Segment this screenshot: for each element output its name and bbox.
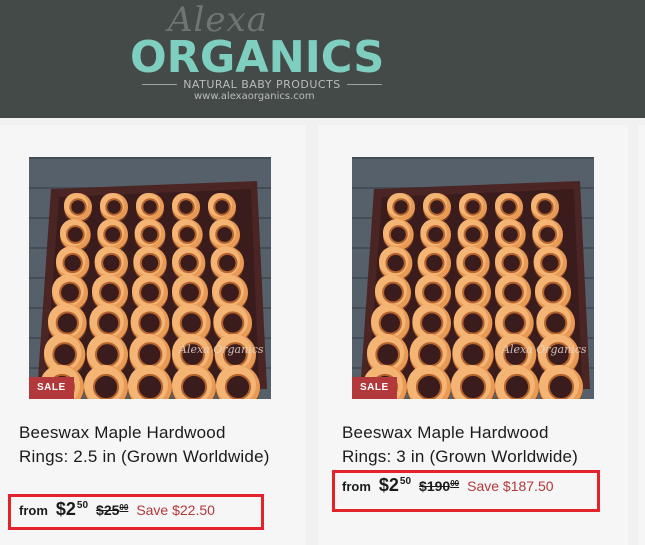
maple-rings-photo: Alexa Organics — [352, 157, 594, 399]
logo-tagline: NATURAL BABY PRODUCTS — [142, 78, 382, 91]
price-highlight-box — [332, 470, 600, 512]
sale-badge: SALE — [29, 377, 74, 399]
product-card[interactable]: Alexa Organics SALE Beeswax Maple Hardwo… — [0, 125, 306, 545]
store-logo[interactable]: Alexa ORGANICS NATURAL BABY PRODUCTS www… — [128, 0, 388, 110]
logo-main-text: ORGANICS — [130, 32, 385, 83]
logo-url: www.alexaorganics.com — [194, 91, 315, 102]
tagline-divider — [142, 84, 178, 85]
product-image[interactable]: Alexa Organics — [352, 157, 594, 399]
maple-rings-photo: Alexa Organics — [29, 157, 271, 399]
photo-watermark: Alexa Organics — [178, 343, 264, 356]
product-title[interactable]: Beeswax Maple Hardwood Rings: 2.5 in (Gr… — [19, 421, 279, 469]
photo-watermark: Alexa Organics — [501, 343, 587, 356]
product-image[interactable]: Alexa Organics — [29, 157, 271, 399]
product-card-partial[interactable] — [638, 125, 645, 545]
price-highlight-box — [8, 494, 264, 530]
site-header: Alexa ORGANICS NATURAL BABY PRODUCTS www… — [0, 0, 645, 118]
tagline-divider — [346, 84, 382, 85]
product-title[interactable]: Beeswax Maple Hardwood Rings: 3 in (Grow… — [342, 421, 602, 469]
sale-badge: SALE — [352, 377, 397, 399]
logo-tagline-text: NATURAL BABY PRODUCTS — [183, 78, 341, 91]
